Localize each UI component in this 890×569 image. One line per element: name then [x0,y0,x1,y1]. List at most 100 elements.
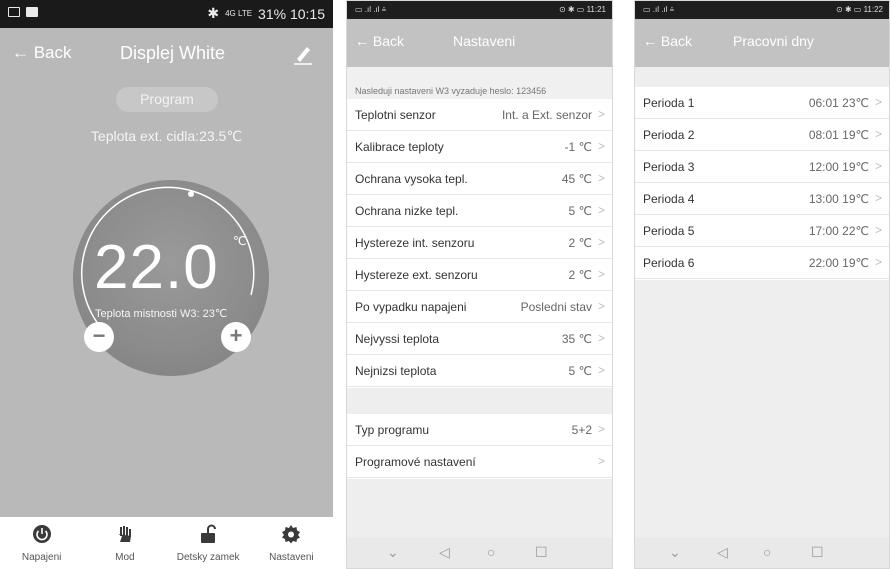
row-value: 2 ℃ [568,236,592,250]
row-label: Ochrana vysoka tepl. [355,172,468,186]
period-row[interactable]: Perioda 4 13:00 19℃ > [635,183,889,215]
nav-label: Napajeni [21,552,62,563]
chevron-right-icon: > [874,191,882,205]
recent-apps-icon[interactable]: ☐ [811,544,824,561]
chevron-right-icon: > [597,363,605,377]
edit-icon[interactable] [291,42,315,66]
chevron-right-icon: > [874,223,882,237]
bottom-navigation: Napajeni Mod Detsky zamek Nastaveni [0,517,333,569]
chevron-right-icon: > [597,422,605,436]
row-label: Ochrana nizke tepl. [355,204,459,218]
row-label: Perioda 3 [643,160,695,174]
dial-handle[interactable] [188,191,194,197]
empty-area [347,479,612,540]
recent-apps-icon[interactable]: ☐ [535,544,548,561]
row-label: Perioda 2 [643,128,695,142]
status-right-text: ⊙ ✱ ▭ 11:22 [835,5,883,14]
back-triangle-icon[interactable]: ◁ [439,544,450,561]
app-header: ← Back Displej White [0,28,333,80]
row-value: Int. a Ext. senzor [501,108,592,122]
decrease-temperature-button[interactable]: − [84,322,114,352]
system-navigation-bar: ⌄ ◁ ○ ☐ [635,538,889,568]
row-value: 35 ℃ [561,332,592,346]
status-bar: ▭ .ıl .ıl ⩮ ⊙ ✱ ▭ 11:21 [347,1,612,19]
section-divider [347,388,612,414]
row-value: Posledni stav [520,300,592,314]
back-button[interactable]: ← Back [643,33,692,49]
period-row[interactable]: Perioda 6 22:00 19℃ > [635,247,889,279]
period-row[interactable]: Perioda 3 12:00 19℃ > [635,151,889,183]
chevron-right-icon: > [597,139,605,153]
period-row[interactable]: Perioda 2 08:01 19℃ > [635,119,889,151]
back-triangle-icon[interactable]: ◁ [717,544,728,561]
nav-detsky-zamek[interactable]: Detsky zamek [167,517,250,569]
chevron-down-icon[interactable]: ⌄ [669,544,681,561]
settings-row[interactable]: Nejvyssi teplota 35 ℃ > [347,323,612,355]
settings-row[interactable]: Teplotni senzor Int. a Ext. senzor > [347,99,612,131]
status-bar: ✱ 4G LTE 31% 10:15 [0,0,333,28]
phone-working-days-screen: ▭ .ıl .ıl ⩮ ⊙ ✱ ▭ 11:22 ← Back Pracovni … [634,0,890,569]
nav-label: Nastaveni [269,552,314,563]
status-bar: ▭ .ıl .ıl ⩮ ⊙ ✱ ▭ 11:22 [635,1,889,19]
image-notification-icon [8,7,20,17]
row-label: Hystereze int. senzoru [355,236,475,250]
chevron-right-icon: > [597,454,605,468]
nav-mod[interactable]: Mod [83,517,166,569]
row-value: 5+2 [571,423,592,437]
settings-row[interactable]: Nejnizsi teplota 5 ℃ > [347,355,612,387]
external-temperature-label: Teplota ext. cidla:23.5℃ [90,128,243,144]
phone-settings-screen: ▭ .ıl .ıl ⩮ ⊙ ✱ ▭ 11:21 ← Back Nastaveni… [346,0,613,569]
header-spacer [635,67,889,87]
status-left-text: ▭ .ıl .ıl ⩮ [355,5,387,14]
settings-row[interactable]: Ochrana nizke tepl. 5 ℃ > [347,195,612,227]
chevron-right-icon: > [597,107,605,121]
row-value: 08:01 19℃ [808,128,869,142]
row-label: Nejnizsi teplota [355,364,437,378]
settings-row[interactable]: Programové nastavení > [347,446,612,478]
chevron-down-icon[interactable]: ⌄ [387,544,399,561]
row-value: 13:00 19℃ [808,192,869,206]
row-value: 22:00 19℃ [808,256,869,270]
page-title: Displej White [120,43,226,63]
empty-area [635,280,889,540]
row-value: 06:01 23℃ [808,96,869,110]
row-value: 5 ℃ [568,204,592,218]
nav-label: Detsky zamek [176,552,240,563]
row-value: 2 ℃ [568,268,592,282]
period-row[interactable]: Perioda 1 06:01 23℃ > [635,87,889,119]
settings-row[interactable]: Kalibrace teploty -1 ℃ > [347,131,612,163]
row-label: Kalibrace teploty [355,140,444,154]
chevron-right-icon: > [597,235,605,249]
row-label: Teplotni senzor [355,108,436,122]
nav-nastaveni[interactable]: Nastaveni [250,517,333,569]
phone-thermostat-screen: ✱ 4G LTE 31% 10:15 ← Back Displej White … [0,0,333,569]
app-header: ← Back Pracovni dny [635,19,889,67]
settings-row[interactable]: Hystereze int. senzoru 2 ℃ > [347,227,612,259]
power-icon [32,525,51,543]
room-temperature-label: Teplota mistnosti W3: 23℃ [95,308,228,320]
row-label: Typ programu [355,423,430,437]
nav-napajeni[interactable]: Napajeni [0,517,83,569]
settings-row[interactable]: Po vypadku napajeni Posledni stav > [347,291,612,323]
row-label: Perioda 1 [643,96,695,110]
settings-row[interactable]: Hystereze ext. senzoru 2 ℃ > [347,259,612,291]
period-row[interactable]: Perioda 5 17:00 22℃ > [635,215,889,247]
row-label: Perioda 4 [643,192,695,206]
back-button[interactable]: ← Back [355,33,404,49]
home-circle-icon[interactable]: ○ [487,544,495,560]
increase-temperature-button[interactable]: + [221,322,251,352]
row-label: Po vypadku napajeni [355,300,467,314]
temperature-unit: ℃ [233,234,247,248]
program-button[interactable]: Program [116,87,218,112]
row-label: Perioda 5 [643,224,695,238]
back-button[interactable]: ← Back [12,43,72,63]
settings-row[interactable]: Ochrana vysoka tepl. 45 ℃ > [347,163,612,195]
home-circle-icon[interactable]: ○ [763,544,771,560]
row-value: 5 ℃ [568,364,592,378]
page-title: Pracovni dny [733,33,814,49]
chevron-right-icon: > [874,159,882,173]
settings-row[interactable]: Typ programu 5+2 > [347,414,612,446]
status-right-text: ⊙ ✱ ▭ 11:21 [558,5,606,14]
page-title: Nastaveni [453,33,516,49]
password-note: Nasleduji nastaveni W3 vyzaduje heslo: 1… [347,67,612,99]
